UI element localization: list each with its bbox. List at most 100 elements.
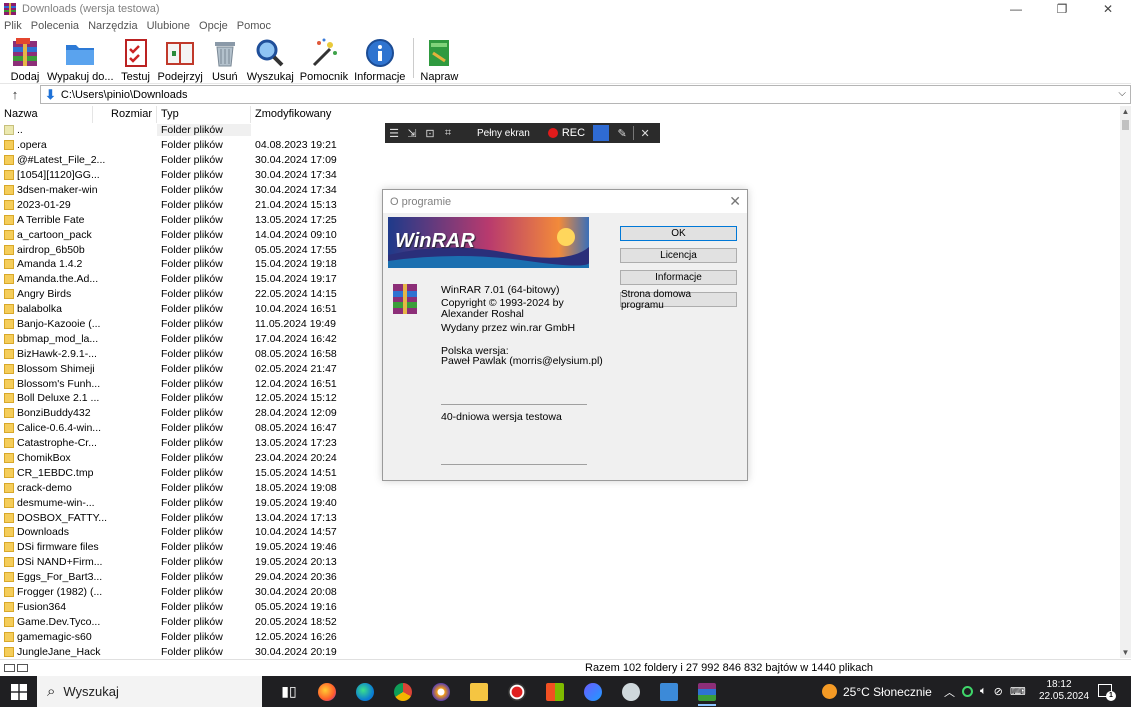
menu-favorites[interactable]: Ulubione xyxy=(147,20,190,32)
edge-icon[interactable] xyxy=(346,676,384,707)
scroll-thumb[interactable] xyxy=(1122,120,1129,130)
homepage-button[interactable]: Strona domowa programu xyxy=(620,289,737,311)
extract-button[interactable]: Wypakuj do... xyxy=(47,34,114,83)
weather-widget[interactable]: 25°C Słonecznie xyxy=(822,676,932,707)
menu-tools[interactable]: Narzędzia xyxy=(88,20,138,32)
compress-icon[interactable]: ⇲ xyxy=(403,127,421,140)
table-row[interactable]: [1054][1120]GG... Folder plików 30.04.2024… xyxy=(0,168,337,183)
column-type[interactable]: Typ xyxy=(157,106,251,123)
table-row[interactable]: BizHawk-2.9.1-... Folder plików 08.05.2024… xyxy=(0,346,337,361)
close-icon[interactable]: ✕ xyxy=(636,127,654,140)
antivirus-icon[interactable] xyxy=(962,686,973,697)
close-button[interactable]: ✕ xyxy=(1085,0,1131,17)
key-icon[interactable] xyxy=(17,664,28,672)
information-button[interactable]: Informacje xyxy=(620,270,737,285)
vertical-scrollbar[interactable]: ▲ ▼ xyxy=(1120,106,1131,658)
table-row[interactable]: Amanda 1.4.2 Folder plików 15.04.2024 19:1… xyxy=(0,257,337,272)
table-row[interactable]: Fusion364 Folder plików 05.05.2024 19:16 xyxy=(0,600,337,615)
minimize-button[interactable]: — xyxy=(993,0,1039,17)
table-row[interactable]: balabolka Folder plików 10.04.2024 16:51 xyxy=(0,302,337,317)
table-row[interactable]: JungleJane_Hack Folder plików 30.04.2024 2… xyxy=(0,644,337,658)
table-row[interactable]: desmume-win-... Folder plików 19.05.2024 1… xyxy=(0,495,337,510)
store-icon[interactable] xyxy=(536,676,574,707)
region-zoom-icon[interactable]: ⊡ xyxy=(421,127,439,140)
scroll-up-icon[interactable]: ▲ xyxy=(1120,106,1131,117)
record-label[interactable]: REC xyxy=(562,127,585,139)
table-row[interactable]: .opera Folder plików 04.08.2023 19:21 xyxy=(0,138,337,153)
table-row[interactable]: CR_1EBDC.tmp Folder plików 15.05.2024 14:5… xyxy=(0,465,337,480)
table-row[interactable]: BonziBuddy432 Folder plików 28.04.2024 12:… xyxy=(0,406,337,421)
start-button[interactable] xyxy=(0,676,37,707)
table-row[interactable]: Calice-0.6.4-win... Folder plików 08.05.20… xyxy=(0,421,337,436)
volume-icon[interactable]: 🔈︎ xyxy=(980,685,987,698)
chevron-up-icon[interactable]: ︿ xyxy=(944,684,955,700)
table-row[interactable]: Downloads Folder plików 10.04.2024 14:57 xyxy=(0,525,337,540)
record-dot-icon[interactable] xyxy=(547,128,558,138)
find-button[interactable]: Wyszukaj xyxy=(247,34,294,83)
table-row[interactable]: bbmap_mod_la... Folder plików 17.04.2024 1… xyxy=(0,331,337,346)
table-row[interactable]: 2023-01-29 Folder plików 21.04.2024 15:13 xyxy=(0,197,337,212)
table-row[interactable]: Angry Birds Folder plików 22.05.2024 14:15 xyxy=(0,287,337,302)
repair-button[interactable]: Napraw xyxy=(420,34,458,83)
keyboard-icon[interactable]: ⌨︎ xyxy=(1010,685,1026,698)
table-row[interactable]: crack-demo Folder plików 18.05.2024 19:08 xyxy=(0,480,337,495)
license-button[interactable]: Licencja xyxy=(620,248,737,263)
table-row[interactable]: Eggs_For_Bart3... Folder plików 29.04.2024… xyxy=(0,570,337,585)
menu-options[interactable]: Opcje xyxy=(199,20,228,32)
table-row[interactable]: A Terrible Fate Folder plików 13.05.2024 1… xyxy=(0,212,337,227)
test-button[interactable]: Testuj xyxy=(120,34,152,83)
wizard-button[interactable]: Pomocnik xyxy=(300,34,348,83)
crop-icon[interactable]: ⌗ xyxy=(439,127,457,140)
camera-icon[interactable] xyxy=(593,125,610,141)
table-row[interactable]: Game.Dev.Tyco... Folder plików 20.05.2024 … xyxy=(0,614,337,629)
network-icon[interactable]: ⊘ xyxy=(994,685,1003,698)
pen-icon[interactable]: ✎ xyxy=(613,127,631,140)
table-row[interactable]: Frogger (1982) (... Folder plików 30.04.20… xyxy=(0,585,337,600)
clock[interactable]: 18:12 22.05.2024 xyxy=(1039,679,1089,703)
column-size[interactable]: Rozmiar xyxy=(93,106,157,123)
menu-help[interactable]: Pomoc xyxy=(237,20,271,32)
column-modified[interactable]: Zmodyfikowany xyxy=(251,106,331,123)
delete-button[interactable]: Usuń xyxy=(209,34,241,83)
column-name[interactable]: Nazwa xyxy=(0,106,93,123)
table-row[interactable]: Catastrophe-Cr... Folder plików 13.05.2024… xyxy=(0,436,337,451)
view-button[interactable]: Podejrzyj xyxy=(158,34,203,83)
winrar-taskbar-icon[interactable] xyxy=(688,676,726,707)
task-view-icon[interactable]: ▮▯ xyxy=(270,676,308,707)
table-row[interactable]: Boll Deluxe 2.1 ... Folder plików 12.05.20… xyxy=(0,391,337,406)
recorder-app-icon[interactable] xyxy=(498,676,536,707)
table-row[interactable]: Banjo-Kazooie (... Folder plików 11.05.202… xyxy=(0,317,336,332)
table-row[interactable]: 3dsen-maker-win Folder plików 30.04.2024 1… xyxy=(0,183,337,198)
table-row[interactable]: Blossom Shimeji Folder plików 02.05.2024 2… xyxy=(0,361,337,376)
firefox-icon[interactable] xyxy=(308,676,346,707)
drive-icon[interactable] xyxy=(4,664,15,672)
info-button[interactable]: Informacje xyxy=(354,34,405,83)
table-row[interactable]: DOSBOX_FATTY... Folder plików 13.04.2024 1… xyxy=(0,510,337,525)
file-explorer-icon[interactable] xyxy=(460,676,498,707)
chrome-icon[interactable] xyxy=(384,676,422,707)
table-row[interactable]: Blossom's Funh... Folder plików 12.04.2024… xyxy=(0,376,337,391)
table-row[interactable]: ChomikBox Folder plików 23.04.2024 20:24 xyxy=(0,451,337,466)
app-tool-icon[interactable] xyxy=(612,676,650,707)
maximize-button[interactable]: ❐ xyxy=(1039,0,1085,17)
chevron-down-icon[interactable]: ⌵ xyxy=(1118,88,1126,99)
menu-file[interactable]: Plik xyxy=(4,20,22,32)
taskbar-search[interactable]: ⌕ Wyszukaj xyxy=(37,676,262,707)
table-row[interactable]: Amanda.the.Ad... Folder plików 15.04.2024 … xyxy=(0,272,337,287)
menu-icon[interactable]: ☰ xyxy=(385,127,403,140)
table-row[interactable]: gamemagic-s60 Folder plików 12.05.2024 16:… xyxy=(0,629,337,644)
table-row[interactable]: .. Folder plików xyxy=(0,123,331,138)
menu-commands[interactable]: Polecenia xyxy=(31,20,79,32)
dialog-close-icon[interactable]: ✕ xyxy=(729,193,741,210)
table-row[interactable]: airdrop_6b50b Folder plików 05.05.2024 17:… xyxy=(0,242,337,257)
table-row[interactable]: a_cartoon_pack Folder plików 14.04.2024 09… xyxy=(0,227,337,242)
path-field[interactable]: ⬇ C:\Users\pinio\Downloads ⌵ xyxy=(40,85,1131,104)
table-row[interactable]: DSi NAND+Firm... Folder plików 19.05.2024 … xyxy=(0,555,337,570)
fullscreen-label[interactable]: Pełny ekran xyxy=(477,128,530,139)
browser-icon[interactable] xyxy=(422,676,460,707)
up-arrow-icon[interactable]: ↑ xyxy=(0,85,30,104)
ok-button[interactable]: OK xyxy=(620,226,737,241)
media-player-icon[interactable] xyxy=(574,676,612,707)
add-button[interactable]: Dodaj xyxy=(9,34,41,83)
table-row[interactable]: DSi firmware files Folder plików 19.05.202… xyxy=(0,540,337,555)
